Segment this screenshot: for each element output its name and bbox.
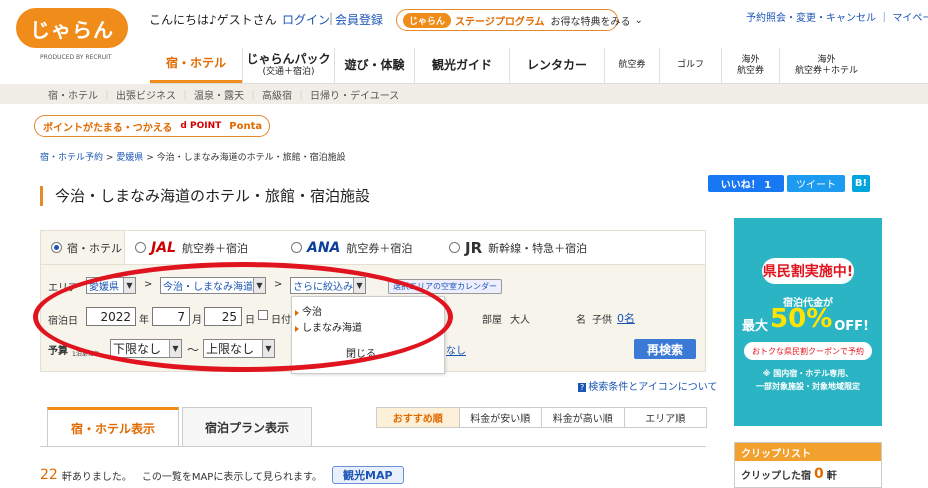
tab-hotel-view[interactable]: 宿・ホテル表示 [47, 407, 179, 447]
tab-ana[interactable]: ANA 航空券＋宿泊 [281, 231, 439, 264]
tab-jr[interactable]: JR 新幹線・特急＋宿泊 [439, 231, 639, 264]
result-count: 22 軒ありました。 この一覧をMAPに表示して見られます。 観光MAP [40, 466, 404, 484]
sort-price-high[interactable]: 料金が高い順 [541, 408, 624, 427]
sort-bar: おすすめ順 料金が安い順 料金が高い順 エリア順 [376, 407, 707, 428]
points-banner[interactable]: ポイントがたまる・つかえる d POINT Ponta [34, 115, 270, 137]
nashi-link[interactable]: なし [446, 342, 466, 357]
sub-nav: 宿・ホテル｜ 出張ビジネス｜ 温泉・露天｜ 高級宿｜ 日帰り・デイユース [0, 84, 928, 104]
subnav-onsen[interactable]: 温泉・露天 [194, 87, 244, 102]
breadcrumb-hotel[interactable]: 宿・ホテル予約 [40, 153, 103, 163]
help-icon: ? [578, 383, 587, 392]
top-links[interactable]: 予約照会・変更・キャンセル ｜ マイページ [746, 9, 928, 24]
children-label: 子供 [592, 315, 612, 326]
sort-area[interactable]: エリア順 [623, 408, 707, 427]
research-button[interactable]: 再検索 [634, 339, 696, 359]
result-count-number: 22 [40, 467, 58, 483]
subnav-dayuse[interactable]: 日帰り・デイユース [310, 87, 399, 102]
children-link[interactable]: 0名 [617, 310, 635, 326]
header-separator: | [329, 11, 334, 25]
subnav-hotel[interactable]: 宿・ホテル [48, 87, 98, 102]
nav-hotel[interactable]: 宿・ホテル [150, 48, 242, 83]
facebook-like-button[interactable]: いいね！ 1 [708, 175, 784, 192]
nav-overseas-air[interactable]: 海外 航空券 [721, 48, 779, 83]
jal-logo: JAL [151, 239, 176, 256]
name-label: 名 [576, 315, 586, 326]
ad-header: 県民割実施中! [762, 258, 854, 284]
radio-icon [449, 242, 460, 253]
jalan-logo[interactable]: じゃらん [16, 8, 128, 48]
chevron-down-icon: ⌄ [634, 14, 643, 26]
ponta-logo: Ponta [229, 120, 263, 132]
clip-list-body: クリップした宿 0 軒 [741, 466, 837, 482]
ana-logo: ANA [307, 239, 341, 256]
map-description: この一覧をMAPに表示して見られます。 [141, 471, 323, 483]
nav-jalan-pack[interactable]: じゃらんパック (交通＋宿泊) [242, 48, 334, 83]
greeting-text: こんにちは♪ゲストさん [149, 13, 277, 27]
clip-list[interactable]: クリップリスト クリップした宿 0 軒 [734, 442, 882, 488]
tab-plan-view[interactable]: 宿泊プラン表示 [182, 407, 312, 447]
rooms-label: 部屋 [482, 315, 502, 326]
nav-rentacar[interactable]: レンタカー [509, 48, 604, 83]
nav-air[interactable]: 航空券 [604, 48, 659, 83]
sort-recommended[interactable]: おすすめ順 [377, 408, 459, 427]
breadcrumb-ehime[interactable]: 愛媛県 [116, 153, 143, 163]
nav-overseas-air-hotel[interactable]: 海外 航空券＋ホテル [779, 48, 873, 83]
ad-discount: 最大 50% OFF! [742, 304, 869, 334]
help-link[interactable]: ? 検索条件とアイコンについて [578, 378, 717, 393]
recruit-credit: PRODUCED BY RECRUIT [40, 54, 112, 61]
radio-icon [135, 242, 146, 253]
stage-badge: じゃらん [403, 12, 452, 28]
ad-coupon: おトクな県民割クーポンで予約 [744, 342, 872, 360]
sort-price-low[interactable]: 料金が安い順 [458, 408, 542, 427]
radio-icon [291, 242, 302, 253]
jr-logo: JR [465, 238, 483, 257]
result-count-suffix: 軒ありました。 [61, 471, 132, 483]
ad-note: ※ 国内宿・ホテル専用、 一部対象施設・対象地域限定 [756, 369, 860, 391]
search-type-tabs: 宿・ホテル JAL 航空券＋宿泊 ANA 航空券＋宿泊 JR 新幹線・特急＋宿泊 [41, 231, 705, 265]
main-nav: 宿・ホテル じゃらんパック (交通＋宿泊) 遊び・体験 観光ガイド レンタカー 航… [150, 48, 928, 84]
stage-program-label: ステージプログラム [455, 16, 545, 28]
page-title: 今治・しまなみ海道のホテル・旅館・宿泊施設 [40, 186, 370, 206]
login-link[interactable]: ログイン [282, 11, 330, 28]
register-link[interactable]: 会員登録 [335, 11, 383, 28]
radio-icon [51, 242, 62, 253]
nav-golf[interactable]: ゴルフ [659, 48, 721, 83]
clip-list-title: クリップリスト [735, 443, 881, 461]
sightseeing-map-button[interactable]: 観光MAP [332, 466, 404, 484]
subnav-luxury[interactable]: 高級宿 [262, 87, 292, 102]
adults-label: 大人 [510, 315, 530, 326]
nav-guide[interactable]: 観光ガイド [414, 48, 509, 83]
breadcrumb-current: 今治・しまなみ海道のホテル・旅館・宿泊施設 [156, 153, 346, 163]
annotation-ring [33, 262, 453, 372]
subnav-business[interactable]: 出張ビジネス [116, 87, 176, 102]
breadcrumb: 宿・ホテル予約 > 愛媛県 > 今治・しまなみ海道のホテル・旅館・宿泊施設 [40, 153, 346, 163]
tweet-button[interactable]: ツイート [787, 175, 845, 192]
tab-jal[interactable]: JAL 航空券＋宿泊 [125, 231, 281, 264]
tab-hotel[interactable]: 宿・ホテル [41, 231, 125, 264]
stage-program-button[interactable]: じゃらん ステージプログラム お得な特典をみる ⌄ [396, 9, 643, 31]
results-divider [40, 446, 706, 447]
stage-benefit-label: お得な特典をみる [550, 16, 631, 28]
hatena-bookmark-button[interactable]: B! [852, 175, 870, 192]
dpoint-logo: d POINT [180, 121, 222, 131]
nav-activities[interactable]: 遊び・体験 [334, 48, 414, 83]
prefecture-discount-ad[interactable]: 県民割実施中! 宿泊代金が 最大 50% OFF! おトクな県民割クーポンで予約 ※… [734, 218, 882, 426]
